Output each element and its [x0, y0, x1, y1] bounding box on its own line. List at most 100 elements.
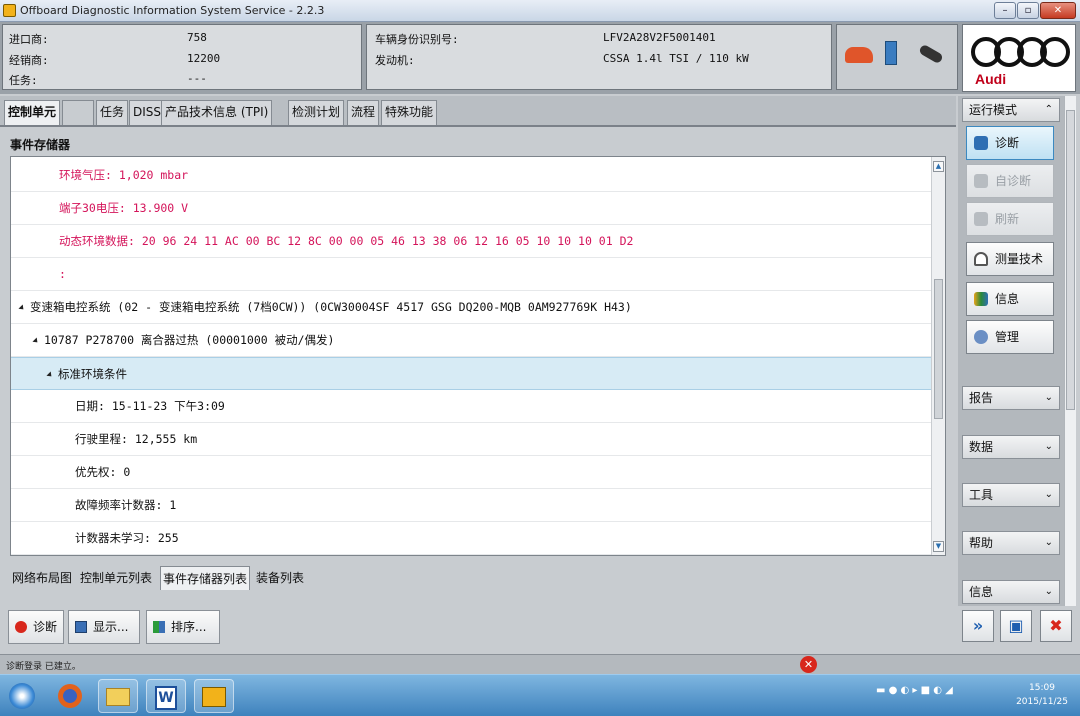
event-memory-list[interactable]: 环境气压: 1,020 mbar 端子30电压: 13.900 V 动态环境数据… [10, 156, 946, 556]
display-icon [75, 621, 87, 633]
tab-diss[interactable]: DISS [129, 100, 166, 125]
odis-icon[interactable] [194, 679, 234, 713]
status-bar: 诊断登录 已建立。 ✕ [0, 654, 1080, 674]
window-title: Offboard Diagnostic Information System S… [20, 4, 325, 17]
firefox-icon[interactable] [50, 679, 90, 713]
panel-title: 事件存储器 [10, 138, 71, 152]
network-icon[interactable] [885, 41, 897, 65]
start-button-icon[interactable] [2, 679, 42, 713]
stethoscope-icon [974, 136, 988, 150]
key-icon[interactable] [918, 43, 944, 65]
tree-node-fault[interactable]: 10787 P278700 离合器过热 (00001000 被动/偶发) [11, 324, 933, 357]
sidebar-button-self-diagnose[interactable]: 自诊断 [966, 164, 1054, 198]
list-item[interactable]: 计数器未学习: 255 [11, 522, 933, 555]
sidebar-button-measurement[interactable]: 测量技术 [966, 242, 1054, 276]
engine-label: 发动机: [375, 54, 415, 67]
tab-tpi[interactable]: 产品技术信息 (TPI) [161, 100, 273, 125]
list-item[interactable]: 动态环境数据: 20 96 24 11 AC 00 BC 12 8C 00 00… [11, 225, 933, 258]
sidebar-section-info[interactable]: 信息 ⌄ [962, 580, 1060, 604]
display-button[interactable]: 显示... [68, 610, 140, 644]
tab-tasks[interactable]: 任务 [96, 100, 129, 125]
main-tabs: 控制单元 任务 DISS 产品技术信息 (TPI) 检测计划 流程 特殊功能 [0, 96, 956, 127]
right-sidebar: 运行模式 ⌃ 诊断 自诊断 刷新 测量技术 信息 管理 报告 ⌄ 数据 ⌄ 工具 ⌄ 帮… [958, 96, 1068, 606]
tab-control-unit-list[interactable]: 控制单元列表 [78, 566, 154, 590]
list-item[interactable]: 故障频率计数器: 1 [11, 489, 933, 522]
self-diagnose-icon [974, 174, 988, 188]
books-icon [974, 292, 988, 306]
stop-icon [15, 621, 27, 633]
chevron-down-icon: ⌄ [1044, 392, 1053, 403]
tab-event-memory-list[interactable]: 事件存储器列表 [160, 566, 251, 590]
word-icon[interactable]: W [146, 679, 186, 713]
audi-logo: Audi [962, 24, 1076, 92]
chevron-down-icon: ⌄ [1044, 489, 1053, 500]
exit-icon[interactable]: ✖ [1040, 610, 1072, 642]
scroll-down-icon[interactable]: ▼ [933, 541, 944, 552]
sidebar-button-flash[interactable]: 刷新 [966, 202, 1054, 236]
fullscreen-icon[interactable]: ▣ [1000, 610, 1032, 642]
scroll-up-icon[interactable]: ▲ [933, 161, 944, 172]
system-tray[interactable]: ▬ ● ◐ ▸ ■ ◐ ◢ [876, 685, 953, 696]
vehicle-header: 进口商: 758 经销商: 12200 任务: --- 车辆身份识别号: LFV… [0, 22, 1080, 94]
tree-node-transmission[interactable]: 变速箱电控系统 (02 - 变速箱电控系统 (7档0CW)) (0CW30004… [11, 291, 933, 324]
brand-name: Audi [975, 71, 1007, 87]
app-icon [3, 4, 16, 17]
expand-arrow-icon[interactable] [18, 303, 26, 312]
tab-equipment-list[interactable]: 装备列表 [254, 566, 306, 590]
maximize-button[interactable]: ▫ [1017, 2, 1039, 19]
taskbar: W ▬ ● ◐ ▸ ■ ◐ ◢ 15:09 2015/11/25 [0, 674, 1080, 716]
chevron-down-icon: ⌄ [1044, 441, 1053, 452]
tab-network-layout[interactable]: 网络布局图 [10, 566, 74, 590]
sidebar-button-diagnose[interactable]: 诊断 [966, 126, 1054, 160]
chevron-down-icon: ⌄ [1044, 537, 1053, 548]
clock-time: 15:09 [1029, 683, 1055, 693]
engine-value: CSSA 1.4l TSI / 110 kW [603, 52, 749, 65]
sidebar-header-mode[interactable]: 运行模式 ⌃ [962, 98, 1060, 122]
flash-icon [974, 212, 988, 226]
gear-icon [974, 330, 988, 344]
sort-icon [153, 621, 165, 633]
list-item[interactable]: 日期: 15-11-23 下午3:09 [11, 390, 933, 423]
tab-test-plan[interactable]: 检测计划 [288, 100, 345, 125]
scrollbar-thumb[interactable] [1066, 110, 1075, 410]
scrollbar-thumb[interactable] [934, 279, 943, 419]
sidebar-button-info[interactable]: 信息 [966, 282, 1054, 316]
sidebar-button-admin[interactable]: 管理 [966, 320, 1054, 354]
forward-icon[interactable]: » [962, 610, 994, 642]
sidebar-section-report[interactable]: 报告 ⌄ [962, 386, 1060, 410]
vehicle-info-box: 车辆身份识别号: LFV2A28V2F5001401 发动机: CSSA 1.4… [366, 24, 832, 90]
clock[interactable]: 15:09 2015/11/25 [1010, 681, 1074, 709]
title-bar: Offboard Diagnostic Information System S… [0, 0, 1080, 22]
diagnose-button[interactable]: 诊断 [8, 610, 64, 644]
sort-button[interactable]: 排序... [146, 610, 220, 644]
sidebar-scrollbar[interactable] [1064, 96, 1076, 606]
list-item[interactable]: 环境气压: 1,020 mbar [11, 159, 933, 192]
vin-label: 车辆身份识别号: [375, 33, 459, 46]
tree-node-environment[interactable]: 标准环境条件 [11, 357, 933, 390]
vehicle-icons-box [836, 24, 958, 90]
error-icon[interactable]: ✕ [800, 656, 817, 673]
gauge-icon [974, 252, 988, 266]
sidebar-section-help[interactable]: 帮助 ⌄ [962, 531, 1060, 555]
vin-value: LFV2A28V2F5001401 [603, 31, 716, 44]
close-button[interactable]: ✕ [1040, 2, 1076, 19]
expand-arrow-icon[interactable] [32, 336, 40, 345]
list-item[interactable]: 优先权: 0 [11, 456, 933, 489]
list-item[interactable]: : [11, 258, 933, 291]
car-icon[interactable] [845, 47, 873, 63]
list-item[interactable]: 行驶里程: 12,555 km [11, 423, 933, 456]
tab-special-functions[interactable]: 特殊功能 [381, 100, 438, 125]
list-scrollbar[interactable]: ▲ ▼ [931, 157, 945, 555]
expand-arrow-icon[interactable] [46, 370, 54, 379]
dealer-value: 12200 [187, 52, 221, 65]
sidebar-section-data[interactable]: 数据 ⌄ [962, 435, 1060, 459]
tab-process[interactable]: 流程 [347, 100, 380, 125]
list-item[interactable]: 端子30电压: 13.900 V [11, 192, 933, 225]
tab-control-units[interactable]: 控制单元 [4, 100, 61, 125]
importer-label: 进口商: [9, 33, 49, 46]
explorer-icon[interactable] [98, 679, 138, 713]
task-value: --- [187, 72, 207, 85]
sidebar-section-tools[interactable]: 工具 ⌄ [962, 483, 1060, 507]
minimize-button[interactable]: – [994, 2, 1016, 19]
tab-hidden[interactable] [62, 100, 94, 125]
